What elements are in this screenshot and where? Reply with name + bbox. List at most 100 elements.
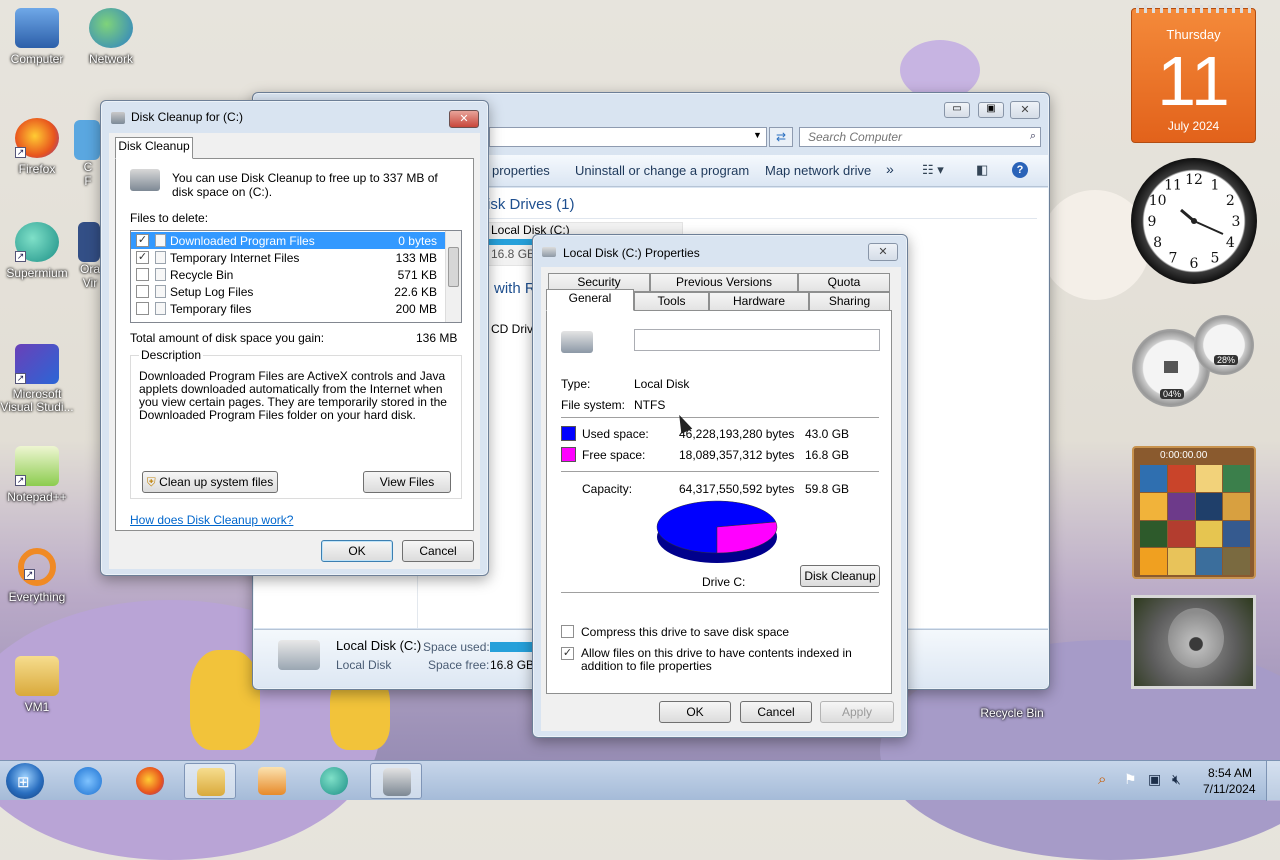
search-icon[interactable]: ⌕ <box>1030 130 1036 143</box>
taskbar-disk-cleanup[interactable] <box>370 763 422 799</box>
action-center-flag-icon[interactable]: ⚑ <box>1124 771 1137 788</box>
clock-number: 9 <box>1148 214 1157 230</box>
desktop-icon-supermium[interactable]: ↗ Supermium <box>0 222 74 280</box>
dialog-body: Disk Cleanup You can use Disk Cleanup to… <box>109 133 480 569</box>
clock-date[interactable]: 7/11/2024 <box>1203 782 1256 796</box>
removable-section-header[interactable]: with R <box>494 280 536 297</box>
clock-time[interactable]: 8:54 AM <box>1208 766 1252 780</box>
ram-dial <box>1194 315 1254 375</box>
search-input[interactable] <box>806 129 1016 145</box>
index-label[interactable]: Allow files on this drive to have conten… <box>581 647 881 673</box>
taskbar-media-player[interactable] <box>246 763 298 799</box>
show-desktop-button[interactable] <box>1266 761 1280 801</box>
firefox-icon: ↗ <box>15 118 59 158</box>
clean-up-system-files-button[interactable]: ⛨ Clean up system files <box>142 471 278 493</box>
tab-disk-cleanup[interactable]: Disk Cleanup <box>115 137 193 159</box>
desktop-icon-computer[interactable]: Computer <box>0 8 74 66</box>
file-category-row[interactable]: Recycle Bin 571 KB <box>131 266 445 283</box>
desktop-icon-partial-c[interactable]: C F <box>74 120 102 188</box>
scrollbar-thumb[interactable] <box>448 247 459 287</box>
desktop-icon-network[interactable]: Network <box>74 8 148 66</box>
address-bar[interactable] <box>489 127 767 147</box>
file-category-row[interactable]: ✓ Downloaded Program Files 0 bytes <box>131 232 445 249</box>
tab-previous-versions[interactable]: Previous Versions <box>650 273 798 292</box>
slideshow-gadget[interactable] <box>1131 595 1256 689</box>
files-list[interactable]: ✓ Downloaded Program Files 0 bytes ✓ Tempora… <box>130 230 462 323</box>
drive-name-input[interactable] <box>634 329 880 351</box>
desktop-icon-vm1[interactable]: VM1 <box>0 656 74 714</box>
tab-sharing[interactable]: Sharing <box>809 292 890 311</box>
file-category-row[interactable]: Setup Log Files 22.6 KB <box>131 283 445 300</box>
clock-gadget[interactable]: 12 1 2 3 4 5 6 7 8 9 10 11 <box>1131 158 1257 284</box>
uninstall-button[interactable]: Uninstall or change a program <box>575 163 749 178</box>
minimize-button[interactable]: ▭ <box>944 102 970 118</box>
view-options-icon[interactable]: ☷ ▾ <box>922 162 944 178</box>
properties-button[interactable]: properties <box>492 163 550 178</box>
tab-tools[interactable]: Tools <box>634 292 709 311</box>
used-space-label: Used space: <box>582 427 649 441</box>
tab-general[interactable]: General <box>546 289 634 311</box>
maximize-button[interactable]: ▣ <box>978 102 1004 118</box>
taskbar-internet-explorer[interactable] <box>62 763 114 799</box>
desktop-icon-notepadpp[interactable]: ↗ Notepad++ <box>0 446 74 504</box>
desktop-icon-firefox[interactable]: ↗ Firefox <box>0 118 74 176</box>
tab-hardware[interactable]: Hardware <box>709 292 809 311</box>
volume-muted-icon[interactable]: 🔇︎ <box>1172 771 1181 788</box>
calendar-gadget[interactable]: Thursday 11 July 2024 <box>1131 5 1256 143</box>
file-category-checkbox[interactable]: ✓ <box>136 251 149 264</box>
taskbar-explorer[interactable] <box>184 763 236 799</box>
help-icon[interactable]: ? <box>1012 162 1028 178</box>
more-commands-button[interactable]: » <box>886 161 894 177</box>
file-category-row[interactable]: Temporary files 200 MB <box>131 300 445 317</box>
disk-cleanup-window[interactable]: Disk Cleanup for (C:) ✕ Disk Cleanup You… <box>100 100 489 576</box>
taskbar-supermium[interactable] <box>308 763 360 799</box>
ok-button[interactable]: OK <box>321 540 393 562</box>
close-button[interactable]: ✕ <box>868 243 898 261</box>
apply-button[interactable]: Apply <box>820 701 894 723</box>
desktop-icon-label: Vir <box>82 276 98 290</box>
compress-label[interactable]: Compress this drive to save disk space <box>581 625 789 639</box>
search-tray-icon[interactable]: ⌕ <box>1098 771 1106 788</box>
window-title: Disk Cleanup for (C:) <box>131 110 244 124</box>
desktop-icon-partial-ora[interactable]: Ora Vir <box>78 222 102 290</box>
ok-button[interactable]: OK <box>659 701 731 723</box>
close-button[interactable]: ✕ <box>449 110 479 128</box>
properties-window[interactable]: Local Disk (C:) Properties ✕ Security Pr… <box>532 234 908 738</box>
map-network-drive-button[interactable]: Map network drive <box>765 163 871 178</box>
file-category-checkbox[interactable] <box>136 302 149 315</box>
cancel-button[interactable]: Cancel <box>402 540 474 562</box>
refresh-button[interactable]: ⇄ <box>769 127 793 147</box>
file-category-name: Setup Log Files <box>170 285 254 299</box>
close-button[interactable]: ✕ <box>1010 101 1040 119</box>
cancel-button[interactable]: Cancel <box>740 701 812 723</box>
chevron-down-icon[interactable]: ▼ <box>753 130 762 140</box>
disk-cleanup-button[interactable]: Disk Cleanup <box>800 565 880 587</box>
view-files-button[interactable]: View Files <box>363 471 451 493</box>
file-category-row[interactable]: ✓ Temporary Internet Files 133 MB <box>131 249 445 266</box>
file-category-checkbox[interactable]: ✓ <box>136 234 149 247</box>
app-icon <box>74 120 100 160</box>
compress-checkbox[interactable] <box>561 625 574 638</box>
search-box[interactable]: ⌕ <box>799 127 1041 147</box>
desktop-icon-visual-studio[interactable]: ↗ Microsoft Visual Studi... <box>0 344 74 414</box>
network-tray-icon[interactable]: ▣ <box>1148 771 1161 788</box>
details-usage-bar <box>490 642 534 652</box>
hdd-section-header[interactable]: isk Drives (1) <box>487 196 575 213</box>
tab-panel: You can use Disk Cleanup to free up to 3… <box>115 158 474 531</box>
help-link[interactable]: How does Disk Cleanup work? <box>130 513 293 527</box>
start-button[interactable]: ⊞ <box>6 763 44 799</box>
files-list-scrollbar[interactable] <box>445 231 461 322</box>
desktop-icon-everything[interactable]: ↗ Everything <box>0 548 74 604</box>
cpu-meter-gadget[interactable]: 04% 28% <box>1130 315 1256 407</box>
file-category-checkbox[interactable] <box>136 285 149 298</box>
index-checkbox[interactable]: ✓ <box>561 647 574 660</box>
drive-icon <box>278 640 320 670</box>
capacity-label: Capacity: <box>582 482 633 496</box>
preview-pane-icon[interactable]: ◧ <box>976 162 988 178</box>
tab-quota[interactable]: Quota <box>798 273 890 292</box>
puzzle-gadget[interactable]: 0:00:00.00 <box>1132 446 1256 579</box>
clock-number: 7 <box>1169 250 1178 266</box>
file-category-checkbox[interactable] <box>136 268 149 281</box>
taskbar-firefox[interactable] <box>124 763 176 799</box>
intro-text: You can use Disk Cleanup to free up to 3… <box>172 171 438 199</box>
